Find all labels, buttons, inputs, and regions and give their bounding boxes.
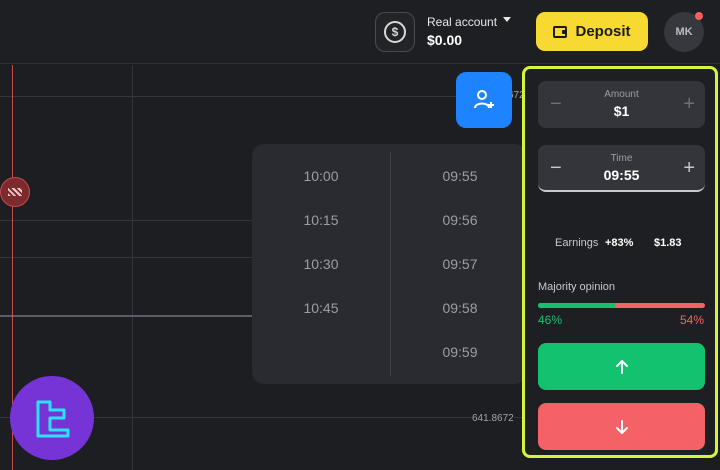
time-label: Time	[610, 153, 633, 164]
notification-dot	[695, 12, 703, 20]
earnings-label: Earnings	[555, 237, 599, 249]
logo-icon	[36, 400, 70, 438]
brand-logo	[10, 376, 94, 460]
majority-opinion-label: Majority opinion	[538, 281, 616, 293]
time-value[interactable]: 09:55	[538, 167, 705, 183]
amount-field[interactable]: − Amount $1 +	[538, 81, 705, 128]
trade-panel: − Amount $1 + − Time 09:55 + Earnings +8…	[522, 66, 718, 458]
amount-label: Amount	[604, 89, 639, 100]
price-axis-label: 641.8672	[472, 413, 514, 424]
time-option[interactable]: 10:15	[281, 212, 361, 228]
top-bar: $ Real account $0.00 Deposit MK	[0, 0, 720, 64]
deposit-button[interactable]: Deposit	[536, 12, 648, 51]
time-option[interactable]: 10:45	[281, 300, 361, 316]
invite-button[interactable]	[456, 72, 512, 128]
time-option[interactable]: 10:00	[281, 168, 361, 184]
time-increase-button[interactable]: +	[683, 157, 695, 180]
time-option[interactable]: 09:59	[420, 344, 500, 360]
arrow-up-icon	[615, 359, 628, 374]
earnings-percent: +83%	[605, 237, 634, 249]
arrow-down-icon	[615, 419, 628, 434]
time-option[interactable]: 09:56	[420, 212, 500, 228]
add-user-icon	[474, 90, 494, 109]
time-option[interactable]: 09:55	[420, 168, 500, 184]
time-option[interactable]: 10:30	[281, 256, 361, 272]
amount-increase-button[interactable]: +	[683, 93, 695, 116]
grid-line	[132, 65, 133, 470]
time-option[interactable]: 09:58	[420, 300, 500, 316]
majority-down-percent: 54%	[679, 313, 704, 327]
expiry-time-dropdown: 10:00 10:15 10:30 10:45 09:55 09:56 09:5…	[252, 144, 526, 384]
finish-flag-icon[interactable]	[0, 177, 30, 207]
account-switch-button[interactable]: $	[375, 12, 415, 52]
time-option[interactable]: 09:57	[420, 256, 500, 272]
wallet-icon	[553, 25, 568, 38]
majority-up-percent: 46%	[538, 313, 563, 327]
account-type[interactable]: Real account	[427, 15, 497, 29]
down-button[interactable]	[538, 403, 705, 450]
trading-app: $ Real account $0.00 Deposit MK 672 641.…	[0, 0, 720, 470]
account-balance: $0.00	[427, 32, 463, 48]
grid-line	[0, 96, 522, 97]
majority-opinion-bar	[538, 303, 705, 308]
time-field[interactable]: − Time 09:55 +	[538, 145, 705, 192]
up-button[interactable]	[538, 343, 705, 390]
deposit-label: Deposit	[575, 23, 631, 40]
majority-up-fill	[538, 303, 615, 308]
currency-icon: $	[384, 21, 406, 43]
amount-value[interactable]: $1	[538, 103, 705, 119]
divider	[390, 152, 391, 376]
earnings-value: $1.83	[654, 237, 682, 249]
chevron-down-icon[interactable]	[503, 17, 511, 22]
